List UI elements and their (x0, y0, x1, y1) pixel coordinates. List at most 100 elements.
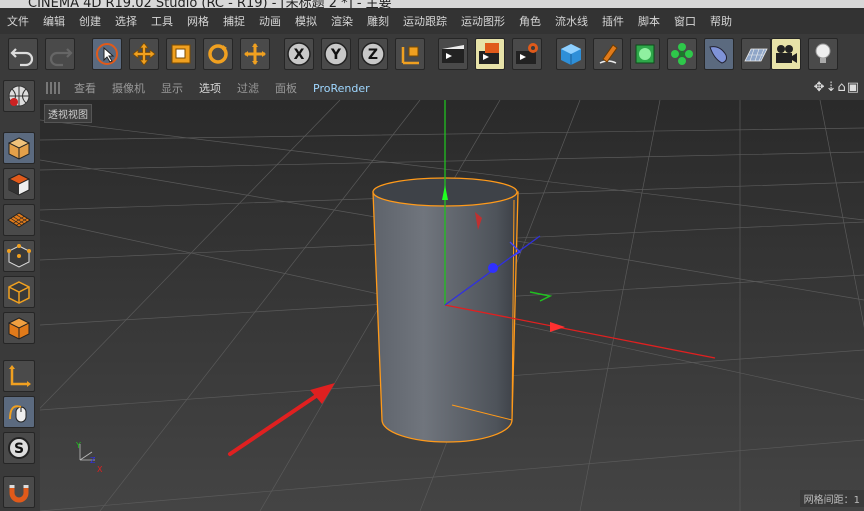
make-editable-button[interactable] (3, 80, 35, 112)
menu-create[interactable]: 创建 (72, 13, 108, 29)
globe-icon (8, 85, 30, 107)
light-object-button[interactable] (808, 38, 838, 70)
camera-object-button[interactable] (771, 38, 801, 70)
edges-mode-button[interactable] (3, 276, 35, 308)
rotate-icon (208, 44, 228, 64)
menu-help[interactable]: 帮助 (703, 13, 739, 29)
viewport-menu-panel[interactable]: 面板 (267, 80, 305, 96)
texture-mode-button[interactable] (3, 168, 35, 200)
scale-tool-button[interactable] (166, 38, 196, 70)
cube-icon (561, 44, 581, 65)
menu-mograph[interactable]: 运动图形 (454, 13, 512, 29)
model-mode-icon (7, 137, 31, 160)
deformer-button[interactable] (704, 38, 734, 70)
tweak-mode-button[interactable] (3, 396, 35, 428)
viewport-menu-prorender[interactable]: ProRender (305, 82, 378, 95)
x-axis-icon: X (287, 42, 311, 66)
render-view-button[interactable] (438, 38, 468, 70)
workplane-mode-button[interactable] (3, 204, 35, 236)
move-tool-button[interactable] (129, 38, 159, 70)
redo-icon (49, 48, 73, 67)
axis-mode-button[interactable] (3, 360, 35, 392)
cube-object-button[interactable] (556, 38, 586, 70)
deformer-icon (709, 46, 727, 64)
menu-file[interactable]: 文件 (0, 13, 36, 29)
recent-tool-icon (244, 43, 266, 65)
z-axis-icon: Z (361, 42, 385, 66)
pen-spline-button[interactable] (593, 38, 623, 70)
viewport-grip-handle[interactable] (46, 82, 60, 94)
perspective-viewport[interactable]: Y Z X (40, 100, 864, 511)
solo-mode-button[interactable]: S (3, 432, 35, 464)
pen-icon (599, 44, 618, 64)
menu-window[interactable]: 窗口 (667, 13, 703, 29)
y-axis-lock-button[interactable]: Y (321, 38, 351, 70)
menu-plugins[interactable]: 插件 (595, 13, 631, 29)
menu-animate[interactable]: 动画 (252, 13, 288, 29)
viewport-menu-camera[interactable]: 摄像机 (104, 80, 153, 96)
y-axis-icon: Y (324, 42, 348, 66)
cloner-icon (671, 43, 693, 65)
menu-motion-tracking[interactable]: 运动跟踪 (396, 13, 454, 29)
render-settings-icon (516, 43, 538, 64)
x-axis-letter: X (294, 47, 305, 63)
floor-object-button[interactable] (741, 38, 771, 70)
coordinate-system-button[interactable] (395, 38, 425, 70)
menu-edit[interactable]: 编辑 (36, 13, 72, 29)
redo-button[interactable] (45, 38, 75, 70)
x-axis-lock-button[interactable]: X (284, 38, 314, 70)
menu-mesh[interactable]: 网格 (180, 13, 216, 29)
window-titlebar: CINEMA 4D R19.02 Studio (RC - R19) - [未标… (0, 0, 864, 8)
menu-sculpt[interactable]: 雕刻 (360, 13, 396, 29)
light-bulb-icon (815, 43, 831, 63)
viewport-menu-display[interactable]: 显示 (153, 80, 191, 96)
viewport-menu-options[interactable]: 选项 (191, 80, 229, 96)
menu-render[interactable]: 渲染 (324, 13, 360, 29)
window-title: CINEMA 4D R19.02 Studio (RC - R19) - [未标… (28, 0, 392, 8)
subdivision-icon (635, 44, 655, 64)
z-axis-lock-button[interactable]: Z (358, 38, 388, 70)
z-axis-letter: Z (368, 47, 378, 63)
axis-mode-icon (9, 365, 31, 387)
viewport-navigation-icons[interactable]: ✥⇣⌂▣ (814, 80, 860, 95)
menu-select[interactable]: 选择 (108, 13, 144, 29)
undo-icon (10, 48, 34, 67)
render-settings-button[interactable] (512, 38, 542, 70)
viewport-menu-bar: 查看 摄像机 显示 选项 过滤 面板 ProRender (40, 76, 864, 100)
live-selection-button[interactable] (92, 38, 122, 70)
world-z-label: Z (90, 456, 96, 465)
world-x-label: X (97, 465, 103, 474)
move-icon (132, 42, 156, 66)
snap-toggle-button[interactable] (3, 476, 35, 508)
floor-icon (744, 48, 768, 62)
undo-button[interactable] (8, 38, 38, 70)
render-to-picture-viewer-button[interactable] (475, 38, 505, 70)
polygons-mode-button[interactable] (3, 312, 35, 344)
menu-snap[interactable]: 捕捉 (216, 13, 252, 29)
menu-character[interactable]: 角色 (512, 13, 548, 29)
z-axis-handle[interactable] (488, 263, 498, 273)
rotate-tool-button[interactable] (203, 38, 233, 70)
mouse-icon (9, 405, 27, 423)
model-mode-button[interactable] (3, 132, 35, 164)
scale-icon (171, 44, 191, 64)
viewport-canvas[interactable]: Y Z X (40, 100, 864, 511)
viewport-menu-view[interactable]: 查看 (66, 80, 104, 96)
menu-tools[interactable]: 工具 (144, 13, 180, 29)
y-axis-letter: Y (330, 47, 342, 63)
magnet-icon (9, 485, 29, 503)
recent-tool-button[interactable] (240, 38, 270, 70)
camera-icon (776, 45, 797, 63)
polygons-mode-icon (7, 317, 31, 340)
viewport-menu-filter[interactable]: 过滤 (229, 80, 267, 96)
menu-pipeline[interactable]: 流水线 (548, 13, 595, 29)
live-selection-icon (96, 43, 118, 65)
menu-simulate[interactable]: 模拟 (288, 13, 324, 29)
viewport-title-label: 透视视图 (44, 104, 92, 123)
subdivision-surface-button[interactable] (630, 38, 660, 70)
array-cloner-button[interactable] (667, 38, 697, 70)
points-mode-button[interactable] (3, 240, 35, 272)
main-menu-bar: 文件 编辑 创建 选择 工具 网格 捕捉 动画 模拟 渲染 雕刻 运动跟踪 运动… (0, 8, 864, 34)
points-mode-icon (7, 244, 31, 268)
menu-script[interactable]: 脚本 (631, 13, 667, 29)
